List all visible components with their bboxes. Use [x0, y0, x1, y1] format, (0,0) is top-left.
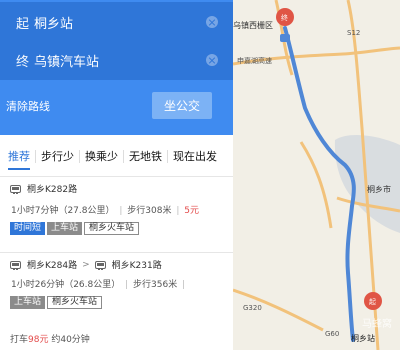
route-chips: 时间短 上车站 桐乡火车站 [10, 222, 140, 235]
route-option-1[interactable]: 桐乡K282路 1小时7分钟（27.8公里） | 步行308米 | 5元 时间短… [0, 176, 233, 249]
bus-line-name: 桐乡K231路 [111, 261, 162, 271]
meta-separator: | [125, 280, 129, 290]
route-search-panel: 起 桐乡站 终 乌镇汽车站 清除路线 坐公交 [0, 0, 233, 135]
clear-start-icon[interactable] [206, 16, 218, 28]
transfer-chevron-icon: > [82, 259, 90, 270]
end-value[interactable]: 乌镇汽车站 [34, 51, 206, 70]
route-price: 5元 [184, 206, 200, 216]
taxi-estimate[interactable]: 打车98元 约40分钟 [10, 332, 90, 345]
meta-separator: | [119, 206, 123, 216]
road-shenjia-label: 申嘉湖高速 [237, 57, 272, 65]
bus-search-button[interactable]: 坐公交 [152, 92, 212, 119]
clear-end-icon[interactable] [206, 54, 218, 66]
route-meta: 1小时7分钟（27.8公里） | 步行308米 | 5元 [11, 203, 199, 216]
taxi-price: 98元 [28, 335, 49, 345]
start-field[interactable]: 起 桐乡站 [0, 2, 233, 42]
taxi-label: 打车 [10, 335, 29, 345]
bus-icon [10, 184, 21, 194]
station-label: 桐乡站 [351, 334, 375, 343]
walking-distance: 步行308米 [127, 206, 172, 216]
route-option-2[interactable]: 桐乡K284路 > 桐乡K231路 1小时26分钟（26.8公里） | 步行35… [0, 252, 233, 318]
tab-fewer-transfers[interactable]: 换乘少 [80, 142, 123, 170]
route-meta: 1小时26分钟（26.8公里） | 步行356米 | [11, 277, 187, 290]
route-distance: （27.8公里） [58, 206, 115, 216]
boarding-stop-label: 上车站 [10, 296, 46, 309]
clear-route-button[interactable]: 清除路线 [6, 98, 50, 114]
start-label: 起 [16, 16, 30, 32]
walking-distance: 步行356米 [133, 280, 178, 290]
end-label: 终 [16, 54, 30, 70]
route-panel: 起 桐乡站 终 乌镇汽车站 清除路线 坐公交 推荐 步行少 换乘少 无地铁 现在… [0, 0, 233, 350]
city-label: 桐乡市 [367, 185, 391, 194]
route-chips: 上车站 桐乡火车站 [10, 296, 103, 309]
bus-line-name: 桐乡K284路 [27, 261, 78, 271]
bus-icon [94, 260, 106, 270]
boarding-stop-name: 桐乡火车站 [84, 222, 140, 235]
boarding-stop-name: 桐乡火车站 [47, 296, 103, 309]
tab-less-walking[interactable]: 步行少 [36, 142, 79, 170]
bus-icon [10, 260, 21, 270]
tab-depart-now[interactable]: 现在出发 [168, 142, 222, 170]
end-field[interactable]: 终 乌镇汽车站 [0, 40, 233, 80]
route-duration: 1小时7分钟 [11, 206, 59, 216]
route-duration: 1小时26分钟 [11, 280, 65, 290]
watermark-logo: 马蜂窝 [362, 319, 392, 330]
bus-stop-icon [280, 34, 290, 42]
route-map[interactable]: 乌镇西栅区 终 起 桐乡市 桐乡站 S12 申嘉湖高速 G320 G60 马蜂窝 [233, 0, 400, 350]
road-s12-label: S12 [347, 29, 361, 37]
tab-no-subway[interactable]: 无地铁 [124, 142, 167, 170]
tab-recommended[interactable]: 推荐 [0, 142, 35, 170]
meta-separator: | [176, 206, 180, 216]
start-marker-label: 起 [369, 298, 376, 306]
wuzhen-west-label: 乌镇西栅 [233, 21, 265, 30]
taxi-duration: 约40分钟 [51, 335, 90, 345]
route-distance: （26.8公里） [64, 280, 121, 290]
road-g60-label: G60 [325, 330, 340, 338]
start-value[interactable]: 桐乡站 [34, 13, 206, 32]
bus-line-name: 桐乡K282路 [27, 185, 78, 195]
route-lines: 桐乡K282路 [10, 182, 77, 195]
route-preference-tabs: 推荐 步行少 换乘少 无地铁 现在出发 [0, 142, 233, 170]
end-marker-label: 终 [281, 14, 288, 22]
fastest-badge: 时间短 [10, 222, 46, 235]
route-lines: 桐乡K284路 > 桐乡K231路 [10, 258, 162, 271]
road-g320-label: G320 [243, 304, 262, 312]
map-label-wuzhen: 乌镇西栅区 [233, 20, 273, 31]
boarding-stop-label: 上车站 [47, 222, 83, 235]
meta-separator: | [182, 280, 186, 290]
search-actions: 清除路线 坐公交 [0, 92, 233, 120]
district-label: 区 [265, 21, 273, 30]
